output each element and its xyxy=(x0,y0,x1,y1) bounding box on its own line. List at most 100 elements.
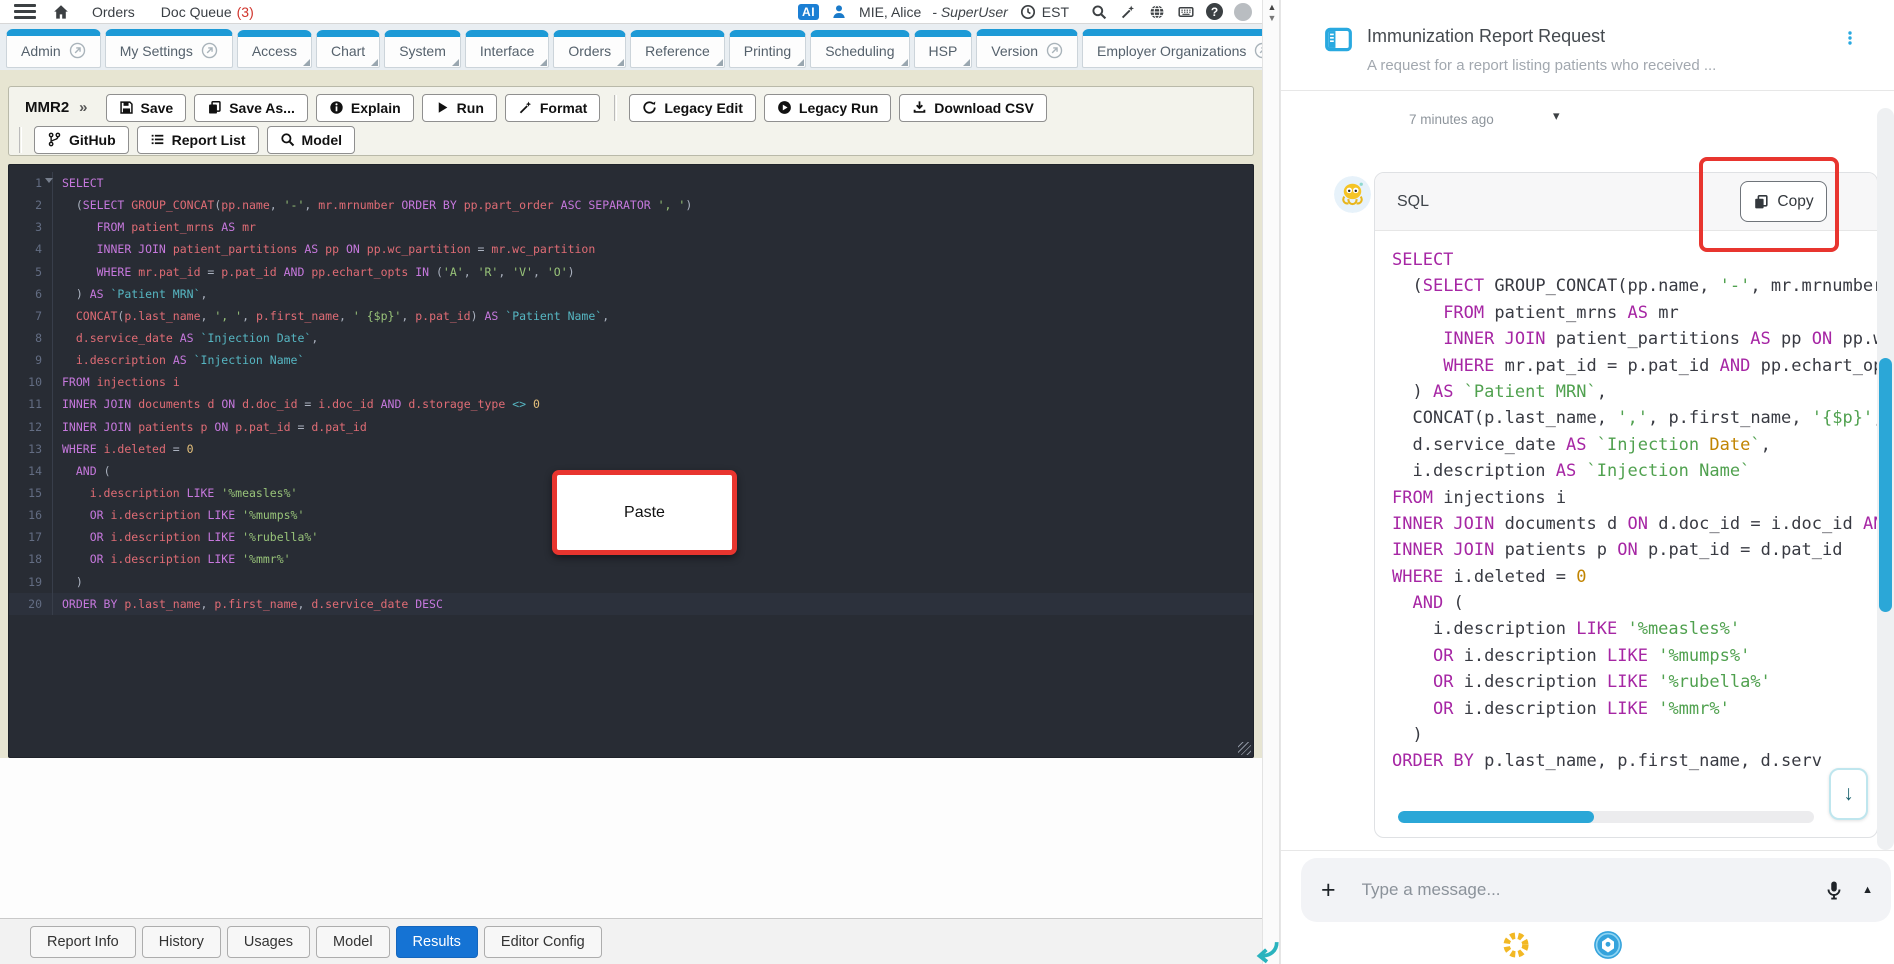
code-line: FROM injections i xyxy=(1392,487,1567,508)
download-csv-button[interactable]: Download CSV xyxy=(899,93,1047,122)
top-bar: Orders Doc Queue (3) AI MIE, Alice - Supe… xyxy=(0,0,1262,24)
code-line: i.description AS `Injection Name` xyxy=(1412,461,1751,482)
sun-gear-icon[interactable] xyxy=(1501,930,1531,960)
help-icon[interactable]: ? xyxy=(1206,3,1223,20)
app-logo-icon[interactable] xyxy=(1593,930,1623,960)
code-line[interactable]: 1 SELECT xyxy=(9,172,1253,195)
breadcrumb-orders[interactable]: Orders xyxy=(92,4,135,20)
code-line[interactable]: 11 INNER JOIN documents d ON d.doc_id = i… xyxy=(9,393,1253,416)
code-line: FROM patient_mrns AS mr xyxy=(1443,302,1679,323)
tab-editor-config[interactable]: Editor Config xyxy=(483,925,602,958)
line-number: 8 xyxy=(9,326,53,350)
editor-resize-handle[interactable] xyxy=(1238,742,1251,755)
save-button[interactable]: Save xyxy=(105,93,187,122)
search-icon[interactable] xyxy=(1090,3,1108,21)
chat-menu-icon[interactable] xyxy=(1842,25,1858,51)
tab-report-info[interactable]: Report Info xyxy=(30,925,136,958)
code-line: SELECT xyxy=(1392,250,1454,270)
microphone-icon[interactable] xyxy=(1824,879,1844,901)
legacy-edit-button[interactable]: Legacy Edit xyxy=(629,93,756,122)
code-line[interactable]: 10 FROM injections i xyxy=(9,371,1253,394)
tab-results[interactable]: Results xyxy=(395,925,478,958)
fold-caret-icon[interactable] xyxy=(45,178,53,183)
explain-button[interactable]: Explain xyxy=(315,93,414,122)
nav-tab-reference[interactable]: Reference xyxy=(630,30,725,68)
tab-model[interactable]: Model xyxy=(316,925,390,958)
nav-tab-hsp[interactable]: HSP xyxy=(913,30,973,68)
code-line: CONCAT(p.last_name, ',', p.first_name, '… xyxy=(1412,408,1877,429)
tab-usages[interactable]: Usages xyxy=(226,925,311,958)
report-list-button[interactable]: Report List xyxy=(136,125,259,154)
line-number: 2 xyxy=(9,194,53,217)
hamburger-menu-icon[interactable] xyxy=(14,4,36,19)
scroll-to-bottom-button[interactable]: ↓ xyxy=(1829,768,1868,820)
wand-icon[interactable] xyxy=(1119,3,1137,21)
legacy-run-button[interactable]: Legacy Run xyxy=(763,93,892,122)
breadcrumb-doc-queue[interactable]: Doc Queue (3) xyxy=(161,4,254,20)
nav-tab-chart[interactable]: Chart xyxy=(315,30,381,68)
sql-code-editor[interactable]: 1 SELECT 2 (SELECT GROUP_CONCAT(pp.name, '… xyxy=(8,164,1254,758)
vertical-scrollbar[interactable]: ▲ ▼ xyxy=(1262,0,1280,964)
run-button[interactable]: Run xyxy=(421,93,497,122)
nav-tab-system[interactable]: System xyxy=(384,30,461,68)
globe-icon[interactable] xyxy=(1148,3,1166,21)
top-bar-right: AI MIE, Alice - SuperUser EST ? xyxy=(798,2,1252,21)
dropdown-caret-icon xyxy=(302,59,310,66)
download-icon xyxy=(912,100,927,115)
attach-plus-icon[interactable]: + xyxy=(1321,877,1336,903)
report-expander[interactable]: » xyxy=(79,99,87,116)
line-number: 10 xyxy=(9,371,53,394)
code-line[interactable]: 5 WHERE mr.pat_id = p.pat_id AND pp.echa… xyxy=(9,260,1253,283)
save-as--button[interactable]: Save As... xyxy=(194,93,308,122)
nav-tab-interface[interactable]: Interface xyxy=(464,30,550,68)
code-line[interactable]: 13 WHERE i.deleted = 0 xyxy=(9,437,1253,460)
chat-panel-icon[interactable] xyxy=(1325,26,1352,53)
message-input[interactable]: + Type a message... ▲ xyxy=(1301,858,1891,922)
code-line[interactable]: 2 (SELECT GROUP_CONCAT(pp.name, '-', mr.… xyxy=(9,194,1253,217)
code-line[interactable]: 6 ) AS `Patient MRN`, xyxy=(9,282,1253,305)
code-line[interactable]: 9 i.description AS `Injection Name` xyxy=(9,349,1253,372)
home-icon[interactable] xyxy=(52,3,70,21)
model-button[interactable]: Model xyxy=(266,125,355,154)
ai-badge[interactable]: AI xyxy=(798,3,820,20)
code-line[interactable]: 19 ) xyxy=(9,570,1253,593)
panel-collapse-arrow-icon[interactable] xyxy=(1252,938,1282,964)
nav-tab-orders[interactable]: Orders xyxy=(553,30,627,68)
report-name: MMR2 xyxy=(25,99,70,116)
copy-button[interactable]: Copy xyxy=(1740,181,1827,222)
code-line[interactable]: 20 ORDER BY p.last_name, p.first_name, d.… xyxy=(9,592,1253,615)
chat-scrollbar-thumb[interactable] xyxy=(1879,358,1892,612)
paste-button-highlight[interactable]: Paste xyxy=(552,470,737,555)
nav-tab-employer-organizations[interactable]: Employer Organizations xyxy=(1082,29,1262,68)
keyboard-icon[interactable] xyxy=(1177,3,1195,21)
code-line[interactable]: 12 INNER JOIN patients p ON p.pat_id = d.… xyxy=(9,415,1253,438)
save-as-icon xyxy=(207,100,222,115)
nav-tab-my-settings[interactable]: My Settings xyxy=(104,29,233,68)
github-button[interactable]: GitHub xyxy=(34,125,129,154)
format-button[interactable]: Format xyxy=(504,93,601,122)
nav-tab-access[interactable]: Access xyxy=(236,30,312,68)
send-caret-icon[interactable]: ▲ xyxy=(1862,884,1873,896)
chat-title: Immunization Report Request xyxy=(1367,26,1606,46)
line-number: 13 xyxy=(9,437,53,460)
code-line[interactable]: 3 FROM patient_mrns AS mr xyxy=(9,216,1253,239)
git-branch-icon xyxy=(47,132,62,147)
play-icon xyxy=(435,100,450,115)
scroll-down-arrow-icon[interactable]: ▼ xyxy=(1263,13,1281,23)
nav-tab-scheduling[interactable]: Scheduling xyxy=(810,30,910,68)
nav-tab-version[interactable]: Version xyxy=(976,29,1078,68)
collapse-chevron-icon[interactable]: ▾ xyxy=(1553,108,1560,124)
code-line[interactable]: 8 d.service_date AS `Injection Date`, xyxy=(9,326,1253,350)
code-line[interactable]: 4 INNER JOIN patient_partitions AS pp ON… xyxy=(9,238,1253,261)
nav-tab-printing[interactable]: Printing xyxy=(728,30,807,68)
user-name[interactable]: MIE, Alice xyxy=(859,4,921,20)
nav-tab-admin[interactable]: Admin xyxy=(6,29,101,68)
scroll-up-arrow-icon[interactable]: ▲ xyxy=(1263,2,1281,12)
tab-history[interactable]: History xyxy=(141,925,221,958)
main-nav-tabs: Admin My Settings Access Chart System Interfa… xyxy=(0,24,1262,70)
dropdown-caret-icon xyxy=(371,59,379,66)
avatar-circle-icon[interactable] xyxy=(1234,2,1252,21)
toolbar-separator xyxy=(19,126,20,153)
sql-code-block: SELECT (SELECT GROUP_CONCAT(pp.name, '-'… xyxy=(1375,231,1877,775)
code-line[interactable]: 7 CONCAT(p.last_name, ', ', p.first_name… xyxy=(9,304,1253,327)
